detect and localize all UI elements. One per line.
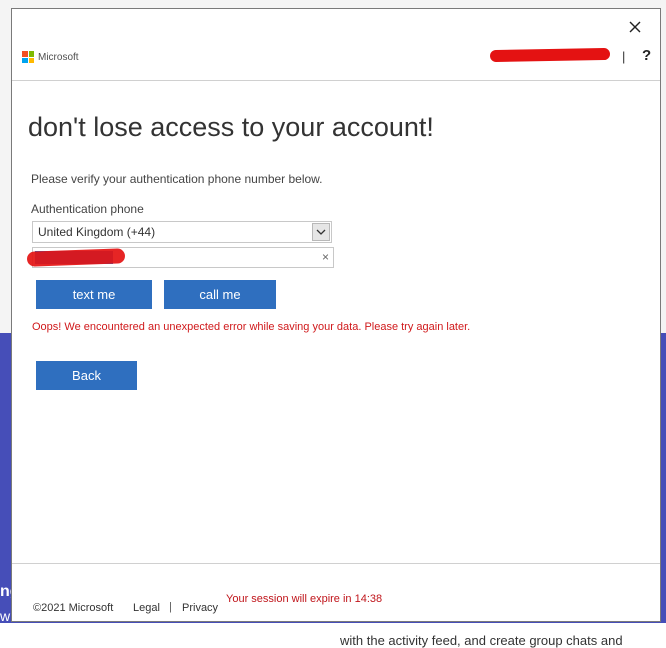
microsoft-logo: Microsoft <box>22 51 79 63</box>
instruction-text: Please verify your authentication phone … <box>31 172 323 186</box>
page-title: don't lose access to your account! <box>28 112 434 142</box>
country-code-select[interactable]: United Kingdom (+44) <box>32 221 332 243</box>
phone-field-label: Authentication phone <box>31 202 144 216</box>
text-me-button[interactable]: text me <box>36 280 152 309</box>
verification-dialog: Microsoft | ? don't lose access to your … <box>11 8 661 622</box>
dialog-header: Microsoft | ? <box>12 47 660 81</box>
privacy-link[interactable]: Privacy <box>182 602 218 614</box>
close-icon <box>629 21 641 33</box>
error-message: Oops! We encountered an unexpected error… <box>32 321 471 333</box>
session-expiry-notice: Your session will expire in 14:38 <box>226 593 383 605</box>
microsoft-logo-icon <box>22 51 34 63</box>
footer-separator: | <box>169 601 172 613</box>
back-button[interactable]: Back <box>36 361 137 390</box>
country-code-value: United Kingdom (+44) <box>38 225 156 239</box>
clear-input-icon[interactable]: × <box>322 250 329 264</box>
redacted-account <box>489 47 611 63</box>
brand-name: Microsoft <box>38 51 79 63</box>
dialog-footer: ©2021 Microsoft Legal | Privacy Your ses… <box>12 563 660 623</box>
chevron-down-icon <box>312 223 330 241</box>
background-fragment-text: with the activity feed, and create group… <box>340 633 623 648</box>
phone-number-input[interactable]: × <box>26 247 334 268</box>
copyright-text: ©2021 Microsoft <box>33 602 114 614</box>
background-fragment-text: w <box>0 608 11 624</box>
legal-link[interactable]: Legal <box>133 602 160 614</box>
help-icon[interactable]: ? <box>642 47 651 64</box>
close-button[interactable] <box>625 17 645 37</box>
header-separator: | <box>622 49 626 64</box>
call-me-button[interactable]: call me <box>164 280 276 309</box>
